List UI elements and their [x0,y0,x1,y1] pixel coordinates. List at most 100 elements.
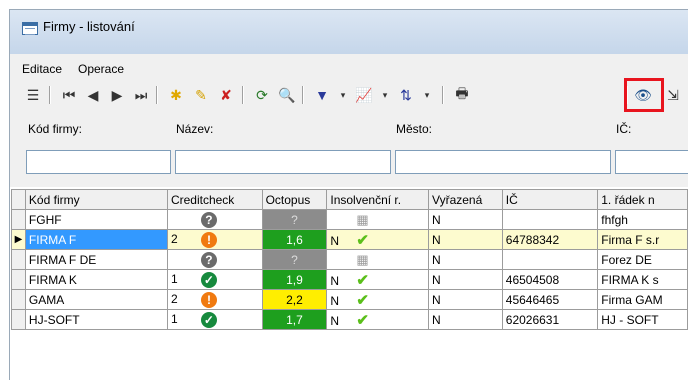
cell-kod[interactable]: HJ-SOFT [24,309,168,330]
title-bar: Firmy - listování [10,10,688,54]
refresh-icon[interactable]: ⟳ [251,84,273,106]
cell-insolvencni[interactable]: ▦ [326,209,430,230]
cell-kod[interactable]: GAMA [24,289,168,310]
cell-insolvencni[interactable]: N ✔ [326,269,430,290]
insolvencni-value: N [330,293,340,308]
filter-kod-input[interactable] [26,150,171,174]
delete-record-icon[interactable]: ✘ [215,84,237,106]
cell-octopus[interactable]: 2,2 [261,289,328,310]
col-header-creditcheck[interactable]: Creditcheck [166,189,263,210]
row-indicator[interactable] [11,309,26,330]
creditcheck-number: 2 [170,231,178,246]
question-icon: ? [200,251,217,268]
chart-icon[interactable]: 📈 [353,84,375,106]
cell-kod[interactable]: FGHF [24,209,168,230]
cell-creditcheck[interactable]: 1 ✓ [166,309,263,330]
cell-creditcheck[interactable]: ? [166,249,263,270]
filter-mesto-input[interactable] [395,150,611,174]
cell-creditcheck[interactable]: 1 ✓ [166,269,263,290]
row-indicator[interactable] [11,249,26,270]
row-indicator[interactable] [11,209,26,230]
chart-dropdown-icon[interactable]: ▾ [374,84,396,106]
grid-view-icon[interactable]: ☰ [22,84,44,106]
cell-radek[interactable]: HJ - SOFT [597,309,688,330]
col-header-radek[interactable]: 1. řádek n [597,189,688,210]
table-row[interactable]: FIRMA F DE?? ▦ N Forez DE [11,249,688,270]
cell-octopus[interactable]: 1,7 [261,309,328,330]
cell-radek[interactable]: Forez DE [597,249,688,270]
filter-label-nazev: Název: [176,122,214,136]
checkmark-icon: ✔ [356,271,369,289]
cell-ic[interactable]: 45646465 [501,289,599,310]
new-record-icon[interactable]: ✱ [165,84,187,106]
sort-icon[interactable]: ⇅ [395,84,417,106]
filter-label-ic: IČ: [616,122,632,136]
cell-creditcheck[interactable]: 2! [166,229,263,250]
warning-icon: ! [200,231,217,248]
cell-octopus[interactable]: ? [261,209,328,230]
cell-ic[interactable]: 62026631 [501,309,599,330]
warning-icon: ! [200,291,217,308]
cell-ic[interactable]: 46504508 [501,269,599,290]
last-record-icon[interactable]: ⏭ [130,84,152,106]
cell-vyrazena[interactable]: N [428,309,503,330]
filter-dropdown-icon[interactable]: ▾ [332,84,354,106]
cell-creditcheck[interactable]: 2! [166,289,263,310]
cell-radek[interactable]: FIRMA K s [597,269,688,290]
cell-vyrazena[interactable]: N [428,229,503,250]
col-header-vyrazena[interactable]: Vyřazená [428,189,503,210]
cell-vyrazena[interactable]: N [428,209,503,230]
toolbar: ☰ ⏮ ◀ ▶ ⏭ ✱ ✎ ✘ ⟳ 🔍 ▼ ▾ 📈 ▾ ⇅ ▾ 🖶 👁 ⇲ [10,80,688,110]
col-header-ic[interactable]: IČ [501,189,599,210]
cell-insolvencni[interactable]: N ✔ [326,289,430,310]
cell-ic[interactable] [501,209,599,230]
table-row[interactable]: FGHF?? ▦ Nfhfgh [11,209,688,230]
cell-radek[interactable]: Firma GAM [597,289,688,310]
cell-octopus[interactable]: 1,6 [261,229,328,250]
cell-insolvencni[interactable]: N ✔ [326,229,430,250]
cell-vyrazena[interactable]: N [428,269,503,290]
print-icon[interactable]: 🖶 [451,84,473,106]
cell-octopus[interactable]: 1,9 [261,269,328,290]
sort-dropdown-icon[interactable]: ▾ [416,84,438,106]
table-row[interactable]: GAMA 2! 2,2 N ✔ N 45646465 Firma GAM [11,289,688,310]
col-header-octopus[interactable]: Octopus [261,189,328,210]
table-row[interactable]: ▶ FIRMA F 2! 1,6 N ✔ N 64788342 Firma F s.r [11,229,688,250]
cell-creditcheck[interactable]: ? [166,209,263,230]
cell-insolvencni[interactable]: ▦ [326,249,430,270]
filter-icon[interactable]: ▼ [311,84,333,106]
row-indicator[interactable] [11,289,26,310]
first-record-icon[interactable]: ⏮ [58,84,80,106]
toolbar-separator [302,86,304,104]
toolbar-separator [156,86,158,104]
filter-label-mesto: Město: [396,122,433,136]
cell-radek[interactable]: fhfgh [597,209,688,230]
cell-insolvencni[interactable]: N ✔ [326,309,430,330]
filter-nazev-input[interactable] [175,150,391,174]
edit-record-icon[interactable]: ✎ [190,84,212,106]
col-header-kod[interactable]: Kód firmy [24,189,168,210]
cell-radek[interactable]: Firma F s.r [597,229,688,250]
cell-vyrazena[interactable]: N [428,289,503,310]
next-record-icon[interactable]: ▶ [106,84,128,106]
prev-record-icon[interactable]: ◀ [82,84,104,106]
row-indicator[interactable]: ▶ [11,229,26,250]
cell-ic[interactable]: 64788342 [501,229,599,250]
cell-octopus[interactable]: ? [261,249,328,270]
more-icon[interactable]: ⇲ [662,84,684,106]
menu-operace[interactable]: Operace [78,62,124,76]
cell-kod[interactable]: FIRMA K [24,269,168,290]
table-row[interactable]: HJ-SOFT 1 ✓ 1,7 N ✔ N 62026631 HJ - SOFT [11,309,688,330]
col-header-insolvencni[interactable]: Insolvenční r. [326,189,430,210]
menu-editace[interactable]: Editace [22,62,62,76]
filter-ic-input[interactable] [615,150,688,174]
cell-kod[interactable]: FIRMA F DE [24,249,168,270]
find-icon[interactable]: 🔍 [276,84,298,106]
table-row[interactable]: FIRMA K 1 ✓ 1,9 N ✔ N 46504508 FIRMA K s [11,269,688,290]
cell-ic[interactable] [501,249,599,270]
question-icon: ? [200,211,217,228]
row-indicator[interactable] [11,269,26,290]
cell-vyrazena[interactable]: N [428,249,503,270]
cell-kod[interactable]: FIRMA F [24,229,168,250]
toolbar-separator [442,86,444,104]
